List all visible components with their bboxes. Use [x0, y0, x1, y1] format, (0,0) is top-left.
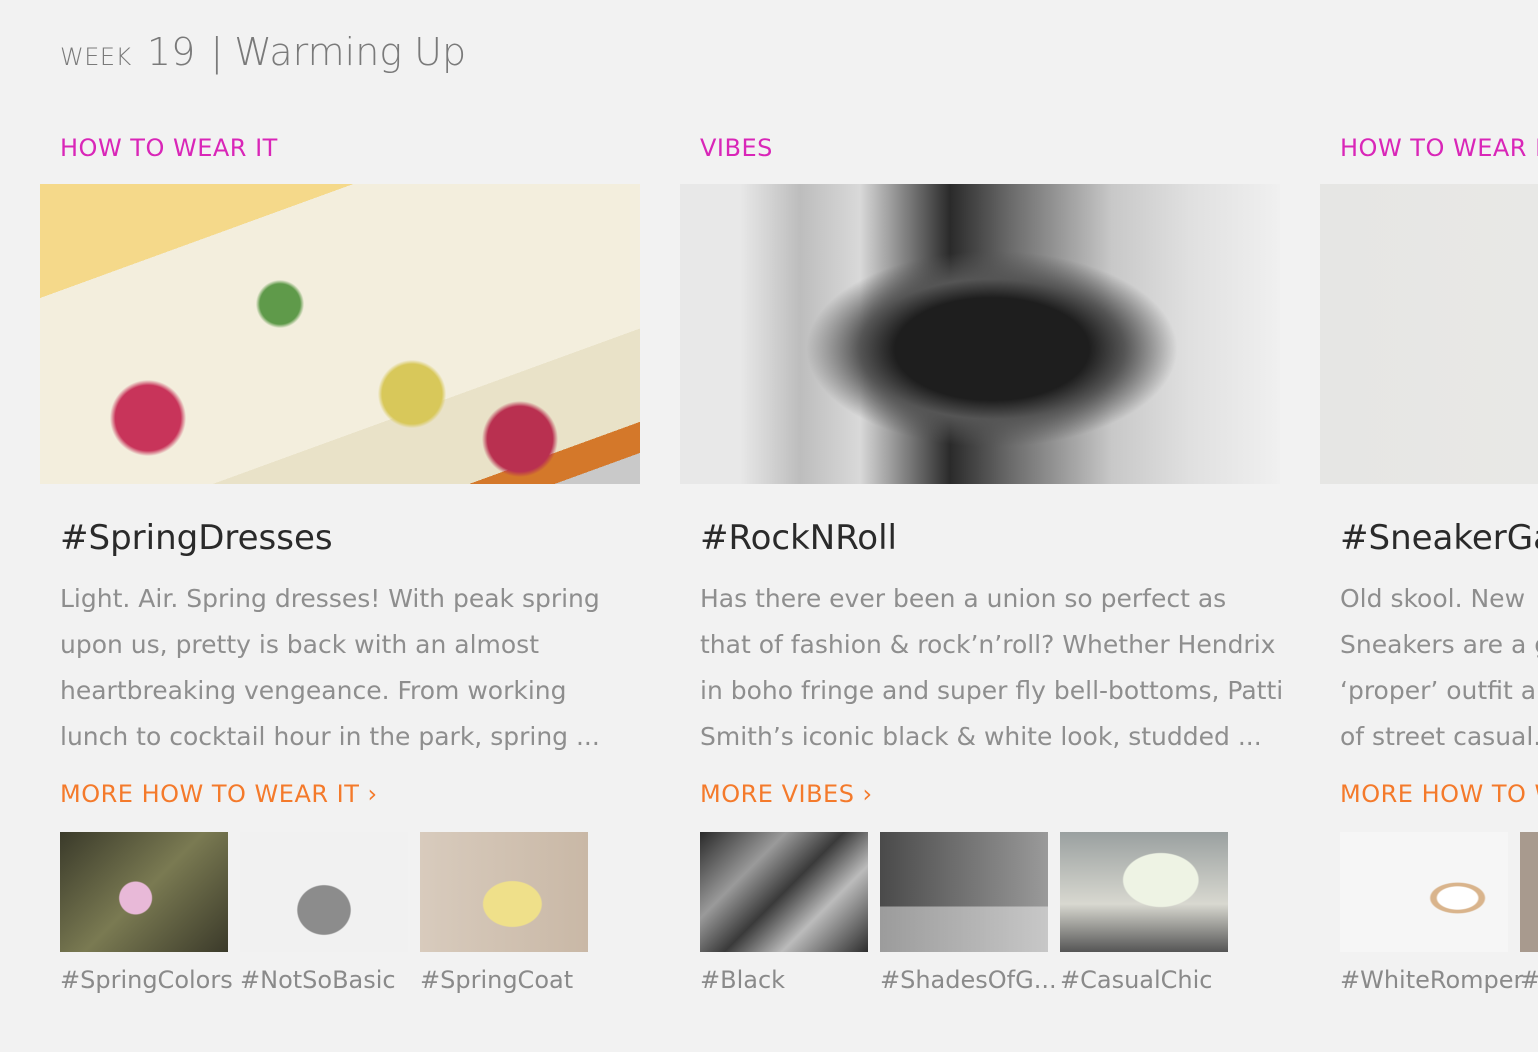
card-category[interactable]: HOW TO WEAR IT [1340, 134, 1538, 162]
thumbnail-tag[interactable]: #NotSoBasic [240, 966, 396, 994]
description-line: ‘proper’ outfit ar [1340, 676, 1538, 705]
week-label: WEEK [60, 43, 132, 71]
thumbnail-black[interactable] [700, 832, 868, 952]
description-line: that of fashion & rock’n’roll? Whether H… [700, 630, 1276, 659]
thumbnail-tag[interactable]: #SpringCoat [420, 966, 573, 994]
description-line: Smith’s iconic black & white look, studd… [700, 722, 1262, 751]
description-line: upon us, pretty is back with an almost [60, 630, 540, 659]
hero-image-floral-dress[interactable] [40, 184, 640, 484]
thumbnail-spring-colors[interactable] [60, 832, 228, 952]
thumbnail-casual-chic[interactable] [1060, 832, 1228, 952]
thumbnail-tag[interactable]: #ShadesOfG... [880, 966, 1057, 994]
story-card: HOW TO WEAR IT #SneakerGa Old skool. New… [1320, 130, 1538, 1030]
description-line: of street casual. [1340, 722, 1538, 751]
thumbnail-tag[interactable]: # [1520, 966, 1538, 994]
thumbnail-spring-coat[interactable] [420, 832, 588, 952]
hero-image-studded-jacket[interactable] [680, 184, 1280, 484]
more-link[interactable]: MORE VIBES › [700, 780, 873, 808]
description-line: Has there ever been a union so perfect a… [700, 584, 1227, 613]
story-card: HOW TO WEAR IT #SpringDresses Light. Air… [40, 130, 640, 1030]
more-link[interactable]: MORE HOW TO W [1340, 780, 1538, 808]
card-category[interactable]: VIBES [700, 134, 773, 162]
heading-separator: | [210, 30, 224, 74]
thumbnail[interactable] [1520, 832, 1538, 952]
thumbnail-white-romper[interactable] [1340, 832, 1508, 952]
thumbnail-tag[interactable]: #CasualChic [1060, 966, 1213, 994]
card-title[interactable]: #RockNRoll [700, 518, 897, 558]
thumbnail-tag[interactable]: #WhiteRomper [1340, 966, 1523, 994]
card-description: Light. Air. Spring dresses! With peak sp… [60, 576, 620, 760]
thumbnail-shades-of-grey[interactable] [880, 832, 1048, 952]
page-heading: WEEK 19 | Warming Up [60, 30, 466, 74]
card-description: Old skool. New Sneakers are a g ‘proper’… [1340, 576, 1538, 760]
hero-image-sneaker[interactable] [1320, 184, 1538, 484]
week-title: Warming Up [234, 30, 467, 74]
description-line: Old skool. New [1340, 584, 1526, 613]
description-line: in boho fringe and super fly bell-bottom… [700, 676, 1284, 705]
thumbnail-not-so-basic[interactable] [240, 832, 408, 952]
more-link[interactable]: MORE HOW TO WEAR IT › [60, 780, 378, 808]
week-number: 19 [146, 30, 196, 74]
description-line: heartbreaking vengeance. From working [60, 676, 567, 705]
description-line: Light. Air. Spring dresses! With peak sp… [60, 584, 600, 613]
thumbnail-tag[interactable]: #SpringColors [60, 966, 233, 994]
card-title[interactable]: #SneakerGa [1340, 518, 1538, 558]
card-description: Has there ever been a union so perfect a… [700, 576, 1284, 760]
description-line: Sneakers are a g [1340, 630, 1538, 659]
card-title[interactable]: #SpringDresses [60, 518, 333, 558]
thumbnail-tag[interactable]: #Black [700, 966, 785, 994]
description-line: lunch to cocktail hour in the park, spri… [60, 722, 600, 751]
card-category[interactable]: HOW TO WEAR IT [60, 134, 278, 162]
story-card: VIBES #RockNRoll Has there ever been a u… [680, 130, 1284, 1030]
